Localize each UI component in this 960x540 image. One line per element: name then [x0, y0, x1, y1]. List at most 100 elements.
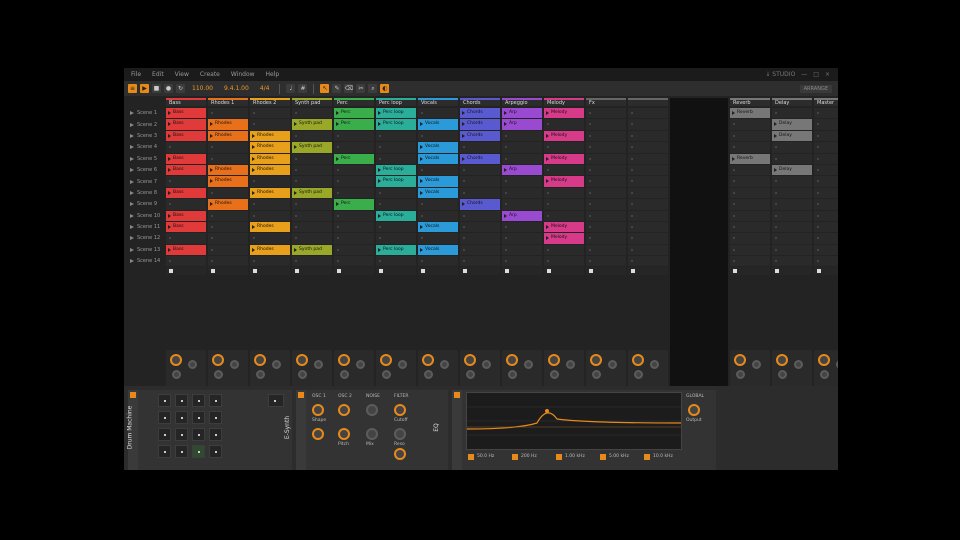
clip-slot[interactable]: Bass — [166, 153, 206, 164]
clip-slot[interactable] — [208, 256, 248, 267]
drum-pad[interactable] — [209, 411, 222, 424]
clip-slot[interactable] — [334, 176, 374, 187]
clip-slot[interactable]: Synth pad — [292, 119, 332, 130]
stop-clips-button[interactable] — [376, 267, 416, 276]
clip-slot[interactable] — [166, 199, 206, 210]
menu-item-view[interactable]: View — [175, 71, 189, 78]
pointer-tool-icon[interactable]: ↖ — [320, 84, 330, 93]
clip-slot[interactable] — [730, 142, 770, 153]
window-control-3[interactable]: × — [825, 71, 830, 78]
clip-slot[interactable] — [544, 187, 584, 199]
send-c-knob[interactable] — [424, 370, 433, 379]
clip-slot[interactable] — [502, 199, 542, 210]
clip-slot[interactable]: Melody — [544, 233, 584, 244]
track-header[interactable]: Rhodes 2 — [250, 98, 290, 106]
clip-slot[interactable] — [376, 130, 416, 142]
send-c-knob[interactable] — [634, 370, 643, 379]
drum-pad[interactable] — [158, 428, 171, 441]
clip-slot[interactable] — [628, 164, 668, 176]
clip-slot[interactable] — [814, 210, 838, 221]
clip-slot[interactable] — [586, 187, 626, 199]
clip-slot[interactable] — [502, 187, 542, 199]
eq-band-toggle[interactable] — [644, 454, 650, 460]
clip-slot[interactable] — [460, 233, 500, 244]
send-c-knob[interactable] — [466, 370, 475, 379]
send-b-knob[interactable] — [566, 360, 575, 369]
clip-slot[interactable] — [628, 187, 668, 199]
eq-band-frequency[interactable]: 200 Hz — [521, 454, 537, 459]
clip-slot[interactable] — [208, 210, 248, 221]
clip-slot[interactable] — [418, 164, 458, 176]
clip-slot[interactable] — [418, 256, 458, 267]
clip-slot[interactable] — [814, 153, 838, 164]
drum-pad[interactable] — [209, 445, 222, 458]
zoom-tool-icon[interactable]: ⌕ — [368, 84, 378, 93]
grid-icon[interactable]: # — [298, 84, 308, 93]
clip-slot[interactable]: Bass — [166, 119, 206, 130]
clip-slot[interactable] — [814, 199, 838, 210]
clip-slot[interactable] — [544, 164, 584, 176]
clip-slot[interactable] — [334, 187, 374, 199]
clip-slot[interactable] — [292, 233, 332, 244]
scene-row[interactable]: Scene 14 — [126, 256, 164, 266]
clip-slot[interactable] — [334, 164, 374, 176]
clip-slot[interactable]: Rhodes — [208, 164, 248, 176]
output-knob[interactable] — [688, 404, 700, 416]
send-b-knob[interactable] — [482, 360, 491, 369]
scene-play-icon[interactable] — [130, 133, 134, 138]
clip-slot[interactable] — [772, 187, 812, 199]
clip-slot[interactable] — [544, 210, 584, 221]
clip-slot[interactable]: Rhodes — [208, 119, 248, 130]
scene-play-icon[interactable] — [130, 122, 134, 127]
drum-pad[interactable] — [175, 411, 188, 424]
clip-slot[interactable]: Perc — [334, 199, 374, 210]
clip-slot[interactable]: Bass — [166, 244, 206, 256]
clip-slot[interactable] — [628, 119, 668, 130]
device-power-icon[interactable] — [454, 392, 460, 398]
scene-row[interactable]: Scene 4 — [126, 142, 164, 152]
track-header[interactable]: Reverb — [730, 98, 770, 106]
send-a-knob[interactable] — [464, 354, 476, 366]
tempo-display[interactable]: 110.00 — [188, 85, 217, 92]
stop-clips-button[interactable] — [628, 267, 668, 276]
send-b-knob[interactable] — [230, 360, 239, 369]
clip-slot[interactable] — [292, 153, 332, 164]
env-knob[interactable] — [394, 448, 406, 460]
scene-row[interactable]: Scene 2 — [126, 119, 164, 129]
send-a-knob[interactable] — [338, 354, 350, 366]
knife-tool-icon[interactable]: ✂ — [356, 84, 366, 93]
track-header[interactable]: Perc — [334, 98, 374, 106]
clip-slot[interactable] — [730, 244, 770, 256]
clip-slot[interactable] — [730, 187, 770, 199]
stop-clips-button[interactable] — [208, 267, 248, 276]
clip-slot[interactable] — [586, 164, 626, 176]
send-a-knob[interactable] — [422, 354, 434, 366]
track-header[interactable]: Delay — [772, 98, 812, 106]
clip-slot[interactable] — [772, 153, 812, 164]
clip-slot[interactable] — [730, 199, 770, 210]
clip-slot[interactable] — [376, 187, 416, 199]
clip-slot[interactable] — [814, 108, 838, 119]
clip-slot[interactable]: Rhodes — [250, 244, 290, 256]
clip-slot[interactable] — [208, 142, 248, 153]
send-b-knob[interactable] — [272, 360, 281, 369]
clip-slot[interactable] — [730, 221, 770, 233]
stop-button[interactable]: ■ — [152, 84, 161, 93]
shape-knob[interactable] — [312, 404, 324, 416]
clip-slot[interactable] — [460, 210, 500, 221]
clip-slot[interactable] — [544, 142, 584, 153]
clip-slot[interactable] — [460, 176, 500, 187]
loop-icon[interactable]: ↻ — [176, 84, 185, 93]
clip-slot[interactable]: Vocals — [418, 153, 458, 164]
clip-slot[interactable] — [502, 130, 542, 142]
clip-slot[interactable] — [334, 244, 374, 256]
noise-knob[interactable] — [366, 404, 378, 416]
clip-slot[interactable] — [334, 221, 374, 233]
track-header[interactable]: Chords — [460, 98, 500, 106]
clip-slot[interactable] — [628, 142, 668, 153]
stop-clips-button[interactable] — [730, 267, 770, 276]
clip-slot[interactable] — [208, 221, 248, 233]
clip-slot[interactable] — [250, 119, 290, 130]
clip-slot[interactable] — [502, 176, 542, 187]
clip-slot[interactable]: Perc loop — [376, 244, 416, 256]
